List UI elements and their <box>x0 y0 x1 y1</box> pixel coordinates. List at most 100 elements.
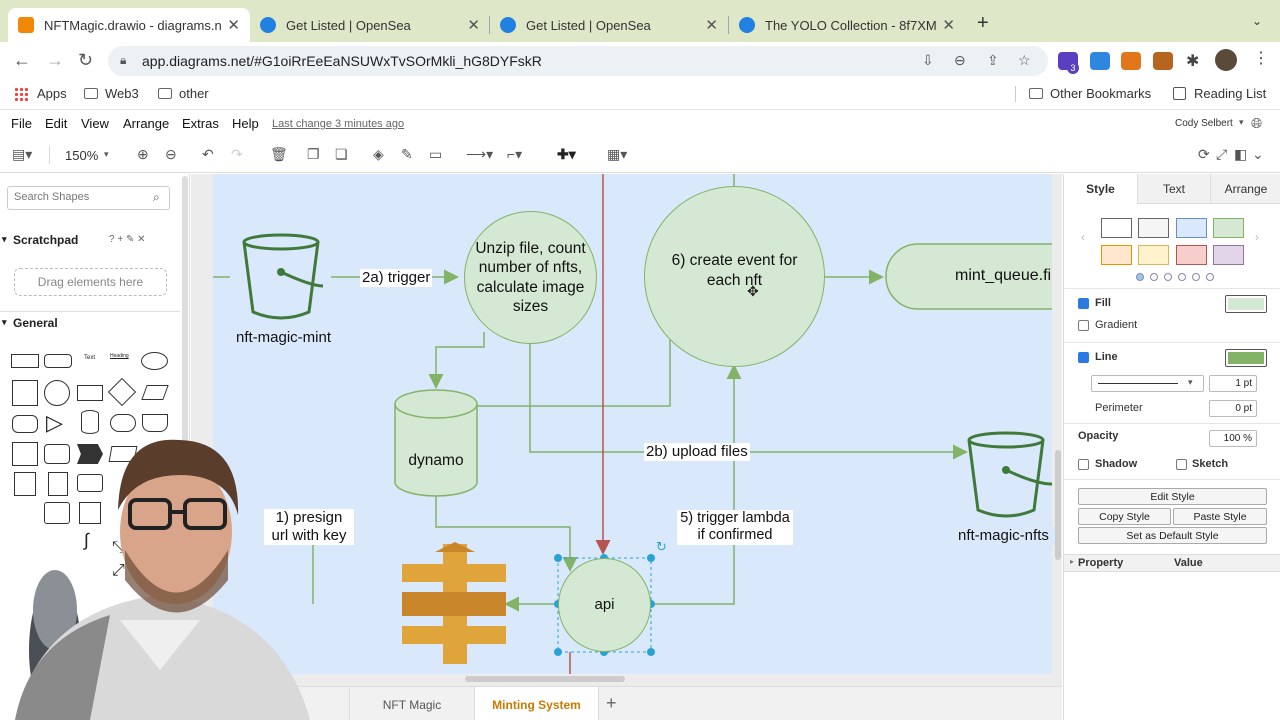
tab-arrange[interactable]: Arrange <box>1210 174 1280 204</box>
to-front-icon[interactable]: ❐ <box>307 146 320 163</box>
shadow-checkbox[interactable] <box>1078 459 1089 470</box>
swatch-white[interactable] <box>1101 218 1132 238</box>
format-panel-icon[interactable]: ◧ <box>1234 146 1247 163</box>
menu-help[interactable]: Help <box>232 116 259 131</box>
page-dot-3[interactable] <box>1164 273 1172 281</box>
fill-color-button[interactable] <box>1225 295 1267 313</box>
scratchpad-dropzone[interactable]: Drag elements here <box>14 268 167 296</box>
swatch-purple[interactable] <box>1213 245 1244 265</box>
table-icon[interactable]: ▦▾ <box>607 146 627 163</box>
tab-text[interactable]: Text <box>1137 174 1210 204</box>
square-shape[interactable] <box>12 380 38 406</box>
metamask-icon[interactable] <box>1121 52 1141 70</box>
page-dot-1[interactable] <box>1136 273 1144 281</box>
heading-shape[interactable]: Heading <box>110 353 129 359</box>
perimeter-input[interactable]: 0 pt <box>1209 400 1257 417</box>
scratchpad-actions[interactable]: ? + ✎ ✕ <box>109 234 146 245</box>
line-width-input[interactable]: 1 pt <box>1209 375 1257 392</box>
tab-yolo[interactable]: The YOLO Collection - 8f7XMy ✕ <box>729 8 965 42</box>
swatch-green[interactable] <box>1213 218 1244 238</box>
redo-icon[interactable]: ↷ <box>231 146 243 163</box>
back-icon[interactable]: ← <box>13 50 31 71</box>
sync-icon[interactable]: ⟳ <box>1198 146 1210 163</box>
insert-icon[interactable]: ✚▾ <box>557 146 576 163</box>
swatch-yellow[interactable] <box>1138 245 1169 265</box>
collapse-icon[interactable]: ⌄ <box>1252 146 1264 163</box>
bookmark-web3[interactable]: Web3 <box>84 86 139 101</box>
line-color-icon[interactable]: ✎ <box>401 146 413 163</box>
expand-arrow-icon[interactable]: ▸ <box>1070 557 1074 566</box>
search-shapes-input[interactable]: Search Shapes <box>7 186 170 210</box>
close-tab-icon[interactable]: ✕ <box>942 16 955 34</box>
bookmark-star-icon[interactable]: ☆ <box>1018 52 1031 69</box>
ellipse-shape[interactable] <box>141 352 168 370</box>
forward-icon[interactable]: → <box>46 50 64 71</box>
page-tab-nft-magic[interactable]: NFT Magic <box>349 687 475 720</box>
parallelogram-shape[interactable] <box>141 385 169 400</box>
swatch-blue[interactable] <box>1176 218 1207 238</box>
new-tab-button[interactable]: + <box>977 12 989 35</box>
bucket2-label[interactable]: nft-magic-nfts <box>958 527 1058 545</box>
extension-bear-icon[interactable] <box>1153 52 1173 70</box>
zoom-out-icon[interactable]: ⊖ <box>165 146 177 163</box>
install-app-icon[interactable]: ⇩ <box>922 52 934 69</box>
event-node[interactable]: 6) create event for each nft <box>644 186 825 367</box>
canvas-vscrollbar[interactable] <box>1055 450 1061 560</box>
circle-shape[interactable] <box>44 380 70 406</box>
bookmark-other-bookmarks[interactable]: Other Bookmarks <box>1029 86 1151 101</box>
page-tab-minting-system[interactable]: Minting System <box>475 687 599 720</box>
process-shape[interactable] <box>77 385 103 401</box>
zoom-icon[interactable]: ⊖ <box>954 52 966 69</box>
mint-queue-label[interactable]: mint_queue.fi <box>955 267 1051 285</box>
zoom-dropdown-icon[interactable]: ▾ <box>104 149 109 160</box>
page-dot-4[interactable] <box>1178 273 1186 281</box>
swatch-gray[interactable] <box>1138 218 1169 238</box>
diagram-page[interactable]: ↻ nft-magic-mint Unzip file, count numbe… <box>213 174 1058 674</box>
fullscreen-icon[interactable]: ⤢ <box>1216 146 1227 163</box>
browser-menu-icon[interactable]: ⋮ <box>1253 48 1269 68</box>
diagram-canvas[interactable]: ↻ nft-magic-mint Unzip file, count numbe… <box>191 174 1062 686</box>
edit-style-button[interactable]: Edit Style <box>1078 488 1267 505</box>
rectangle-shape[interactable] <box>11 354 39 368</box>
api-node[interactable]: api <box>558 558 651 652</box>
upload-edge-label[interactable]: 2b) upload files <box>644 443 750 461</box>
line-checkbox[interactable] <box>1078 352 1089 363</box>
page-dot-5[interactable] <box>1192 273 1200 281</box>
trigger-edge-label[interactable]: 2a) trigger <box>360 269 433 287</box>
next-swatches-icon[interactable]: › <box>1255 230 1259 244</box>
bookmark-reading-list[interactable]: Reading List <box>1173 86 1266 101</box>
swatch-orange[interactable] <box>1101 245 1132 265</box>
bucket1-label[interactable]: nft-magic-mint <box>231 329 336 347</box>
tab-nftmagic[interactable]: NFTMagic.drawio - diagrams.net ✕ <box>8 8 250 42</box>
canvas-hscrollbar[interactable] <box>465 676 625 682</box>
swatch-red[interactable] <box>1176 245 1207 265</box>
dynamo-label[interactable]: dynamo <box>395 452 477 470</box>
tab-opensea-2[interactable]: Get Listed | OpenSea ✕ <box>490 8 728 42</box>
undo-icon[interactable]: ↶ <box>202 146 214 163</box>
bookmark-other[interactable]: other <box>158 86 209 101</box>
rounded-rect-shape[interactable] <box>44 354 72 368</box>
sketch-checkbox[interactable] <box>1176 459 1187 470</box>
fill-checkbox[interactable] <box>1078 298 1089 309</box>
close-tab-icon[interactable]: ✕ <box>227 16 240 34</box>
menu-extras[interactable]: Extras <box>182 116 219 131</box>
bookmark-apps[interactable]: Apps <box>14 86 67 101</box>
zoom-select[interactable]: 150% <box>65 148 98 163</box>
tab-style[interactable]: Style <box>1064 174 1137 204</box>
line-color-button[interactable] <box>1225 349 1267 367</box>
set-default-style-button[interactable]: Set as Default Style <box>1078 527 1267 544</box>
share-icon[interactable]: ⇪ <box>987 52 999 69</box>
tab-opensea-1[interactable]: Get Listed | OpenSea ✕ <box>250 8 490 42</box>
connection-style-icon[interactable]: ⟶▾ <box>466 146 493 163</box>
menu-arrange[interactable]: Arrange <box>123 116 169 131</box>
prev-swatches-icon[interactable]: ‹ <box>1081 230 1085 244</box>
waypoints-icon[interactable]: ⌐▾ <box>507 146 522 163</box>
last-change-link[interactable]: Last change 3 minutes ago <box>272 118 404 130</box>
extension-blue-icon[interactable] <box>1090 52 1110 70</box>
text-shape[interactable]: Text <box>84 355 95 361</box>
page-dot-2[interactable] <box>1150 273 1158 281</box>
profile-avatar[interactable] <box>1215 49 1237 71</box>
menu-edit[interactable]: Edit <box>45 116 67 131</box>
tab-search-icon[interactable]: ⌄ <box>1252 14 1262 28</box>
delete-icon[interactable]: 🗑︎ <box>270 146 288 163</box>
